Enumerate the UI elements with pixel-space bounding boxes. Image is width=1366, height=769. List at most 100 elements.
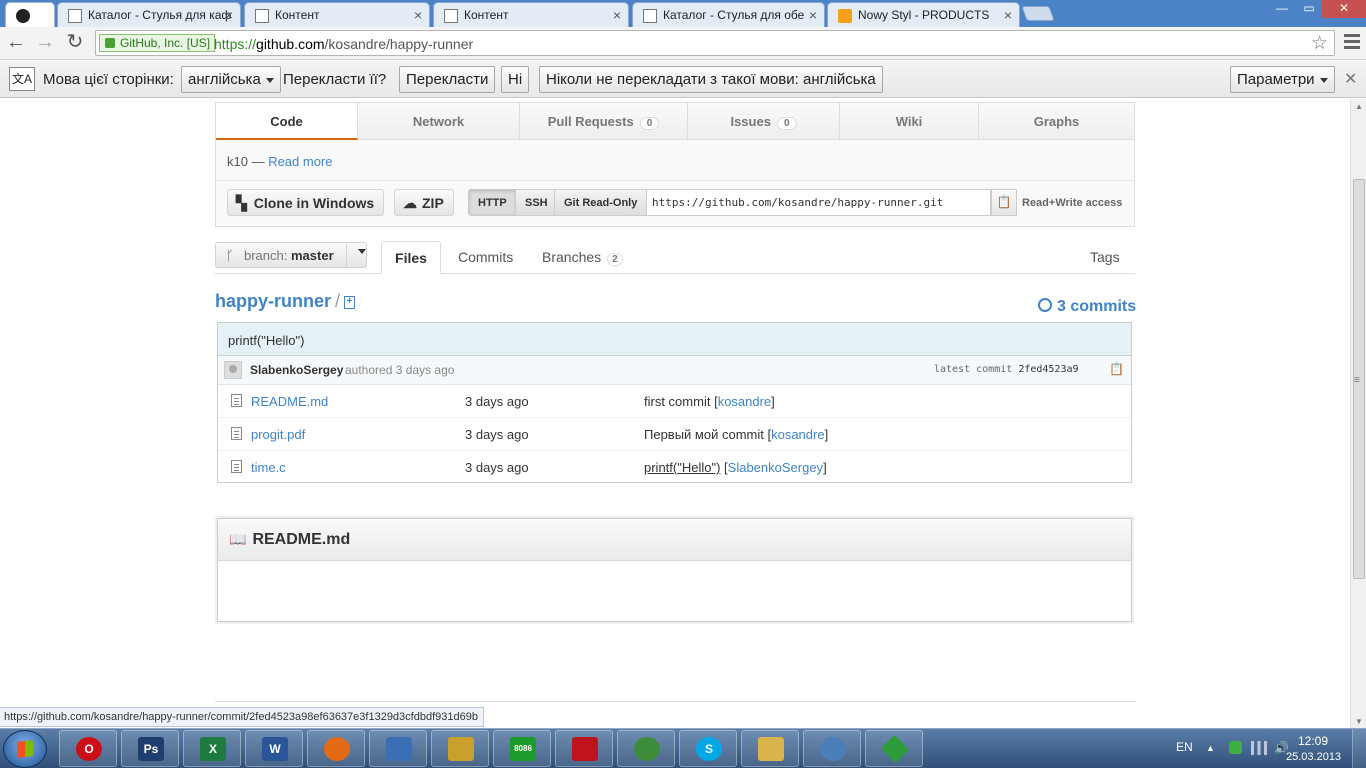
taskbar-app-photoshop[interactable]: Ps (121, 730, 179, 767)
scroll-down-arrow-icon[interactable]: ▼ (1355, 717, 1363, 726)
translate-button[interactable]: Перекласти (399, 66, 496, 93)
file-commit-message: first commit [kosandre] (644, 394, 775, 409)
never-translate-button[interactable]: Ніколи не перекладати з такої мови: англ… (539, 66, 883, 93)
tab-issues[interactable]: Issues 0 (688, 103, 840, 140)
taskbar-app-app-cat[interactable] (803, 730, 861, 767)
tab-files[interactable]: Files (381, 241, 441, 274)
language-select[interactable]: англійська (181, 66, 281, 93)
repo-root-link[interactable]: happy-runner (215, 291, 331, 311)
tab-code[interactable]: Code (216, 103, 358, 140)
branches-count: 2 (607, 253, 623, 266)
divider (215, 701, 1135, 702)
file-name-link[interactable]: time.c (251, 460, 286, 475)
commits-count-label: 3 commits (1057, 298, 1137, 315)
reload-icon[interactable]: ↻ (63, 31, 87, 55)
tab-branches[interactable]: Branches 2 (542, 241, 623, 274)
new-file-icon[interactable]: + (344, 295, 356, 309)
last-commit-meta: SlabenkoSergey authored 3 days ago lates… (218, 356, 1131, 385)
taskbar-app-explorer[interactable] (741, 730, 799, 767)
commit-author-link[interactable]: kosandre (718, 394, 771, 409)
http-button[interactable]: HTTP (468, 189, 517, 216)
vertical-scrollbar[interactable]: ▲ ≡ ▼ (1350, 99, 1366, 729)
taskbar-app-emu8086[interactable]: 8086 (493, 730, 551, 767)
close-icon[interactable]: × (1004, 7, 1012, 23)
tab-title: Контент (464, 8, 509, 22)
close-icon[interactable]: × (225, 7, 233, 23)
commit-author-link[interactable]: kosandre (771, 427, 824, 442)
show-desktop-button[interactable] (1352, 729, 1366, 769)
forward-arrow-icon[interactable]: → (33, 31, 57, 55)
options-button[interactable]: Параметри (1230, 66, 1335, 93)
browser-tab[interactable]: Nowy Styl - PRODUCTS × (827, 2, 1020, 27)
taskbar-app-chrome[interactable] (617, 730, 675, 767)
close-window-button[interactable]: ✕ (1322, 0, 1366, 18)
start-button[interactable] (3, 730, 47, 768)
minimize-button[interactable]: — (1268, 0, 1296, 18)
clone-url-input[interactable]: https://github.com/kosandre/happy-runner… (646, 189, 991, 216)
close-icon[interactable]: ✕ (1344, 69, 1357, 89)
zip-download-button[interactable]: ☁ ZIP (394, 189, 454, 216)
file-name-link[interactable]: progit.pdf (251, 427, 305, 442)
browser-tab[interactable]: Контент × (244, 2, 430, 27)
url-text[interactable]: https://github.com/kosandre/happy-runner (214, 36, 473, 52)
commit-author-link[interactable]: SlabenkoSergey (728, 460, 823, 475)
menu-icon[interactable] (1342, 31, 1362, 53)
clipboard-icon[interactable]: 📋 (991, 189, 1017, 216)
bookmark-star-icon[interactable]: ☆ (1311, 32, 1328, 55)
tab-network[interactable]: Network (358, 103, 520, 140)
close-icon[interactable]: × (809, 7, 817, 23)
clipboard-icon[interactable]: 📋 (1109, 362, 1124, 376)
chrome-icon (634, 737, 660, 761)
taskbar-app-excel[interactable]: X (183, 730, 241, 767)
ev-certificate-badge[interactable]: GitHub, Inc. [US] (99, 34, 216, 52)
commits-count-link[interactable]: 3 commits (1038, 298, 1136, 316)
commit-sha-link[interactable]: 2fed4523a9 (1018, 364, 1078, 375)
browser-tab-github[interactable] (5, 2, 55, 27)
taskbar-app-app-blue[interactable] (369, 730, 427, 767)
back-arrow-icon[interactable]: ← (4, 31, 28, 55)
commit-author-link[interactable]: SlabenkoSergey (250, 363, 343, 377)
file-name-link[interactable]: README.md (251, 394, 328, 409)
maximize-button[interactable]: ▭ (1296, 0, 1322, 18)
tab-commits[interactable]: Commits (458, 241, 513, 274)
taskbar-app-firefox[interactable] (307, 730, 365, 767)
scroll-up-arrow-icon[interactable]: ▲ (1355, 102, 1363, 111)
browser-tab[interactable]: Каталог - Стулья для каф × (57, 2, 241, 27)
read-more-link[interactable]: Read more (268, 154, 332, 169)
taskbar-app-winamp[interactable] (431, 730, 489, 767)
clock-date[interactable]: 25.03.2013 (1286, 751, 1341, 763)
tab-tags[interactable]: Tags (1090, 241, 1120, 274)
tray-expand-icon[interactable]: ▲ (1206, 743, 1215, 753)
browser-tab[interactable]: Контент × (433, 2, 629, 27)
git-readonly-button[interactable]: Git Read-Only (554, 189, 648, 216)
network-signal-icon[interactable] (1251, 741, 1267, 755)
tab-pull-requests-label: Pull Requests (547, 114, 634, 129)
divider (346, 243, 347, 267)
close-icon[interactable]: × (613, 7, 621, 23)
ssh-button[interactable]: SSH (515, 189, 558, 216)
language-indicator[interactable]: EN (1176, 740, 1193, 754)
tab-pull-requests[interactable]: Pull Requests 0 (520, 103, 688, 140)
clock-time[interactable]: 12:09 (1298, 734, 1328, 748)
address-bar[interactable]: GitHub, Inc. [US] https://github.com/kos… (95, 30, 1335, 56)
taskbar-app-opera[interactable]: O (59, 730, 117, 767)
taskbar-app-acrobat[interactable] (555, 730, 613, 767)
taskbar-app-app-diamond[interactable] (865, 730, 923, 767)
tab-title: Nowy Styl - PRODUCTS (858, 8, 990, 22)
avatar (224, 361, 242, 379)
close-icon[interactable]: × (414, 7, 422, 23)
new-tab-button[interactable] (1021, 6, 1055, 21)
grip-icon: ≡ (1354, 375, 1360, 386)
branch-selector[interactable]: ᚴ branch: master (215, 242, 367, 268)
no-button[interactable]: Ні (501, 66, 530, 93)
browser-tab[interactable]: Каталог - Стулья для обе × (632, 2, 825, 27)
branch-name: master (291, 248, 334, 263)
tab-wiki[interactable]: Wiki (840, 103, 979, 140)
taskbar-app-word[interactable]: W (245, 730, 303, 767)
commit-message-link[interactable]: printf("Hello") (644, 460, 720, 475)
tab-graphs[interactable]: Graphs (979, 103, 1134, 140)
description-text: k10 — (227, 154, 269, 169)
security-shield-icon[interactable] (1229, 741, 1242, 754)
taskbar-app-skype[interactable]: S (679, 730, 737, 767)
clone-in-windows-button[interactable]: ▚ Clone in Windows (227, 189, 385, 216)
